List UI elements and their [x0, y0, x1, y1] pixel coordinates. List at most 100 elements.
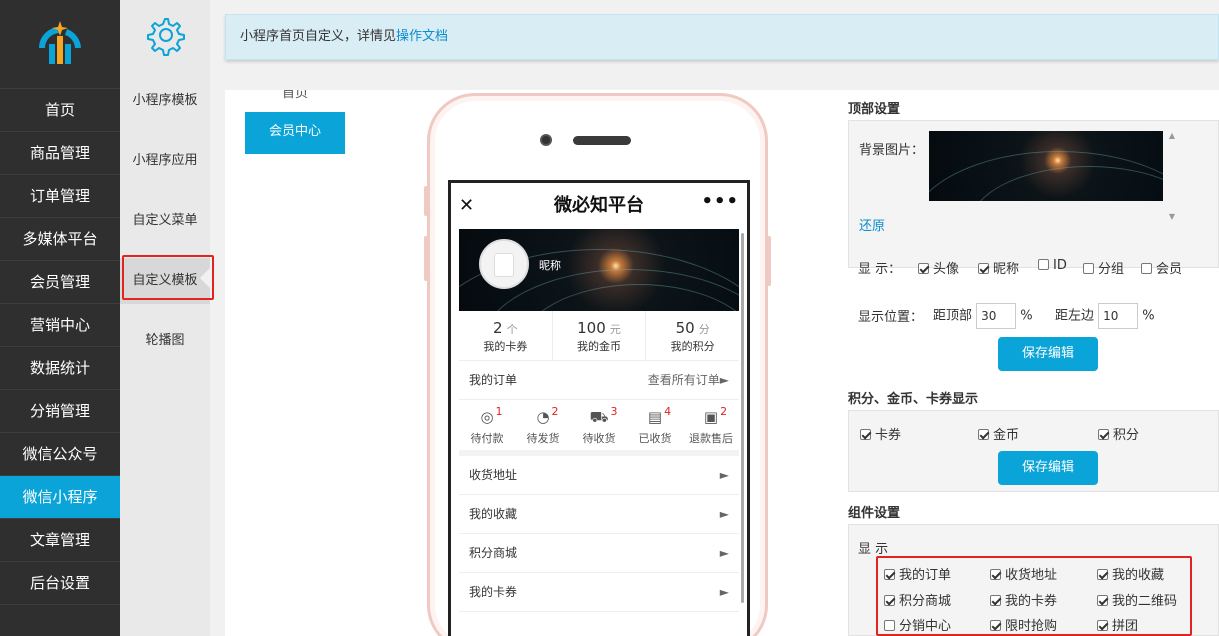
arrow-icon: ►: [719, 585, 729, 599]
option-qrcode[interactable]: 我的二维码: [1097, 590, 1177, 609]
stat-points[interactable]: 50 分 我的积分: [646, 311, 739, 360]
order-refund[interactable]: ▣ 2 退款售后: [683, 400, 739, 450]
scroll-up-icon[interactable]: ▲: [1167, 131, 1177, 140]
docs-link[interactable]: 操作文档: [396, 29, 448, 44]
speaker-icon: [573, 136, 631, 145]
truck-icon: ⛟: [589, 408, 609, 426]
nav-products[interactable]: 商品管理: [0, 132, 120, 175]
stat-unit: 个: [506, 323, 518, 336]
save-top-button[interactable]: 保存编辑: [998, 337, 1098, 371]
option-label: 积分商城: [899, 594, 952, 609]
option-avatar[interactable]: 头像: [918, 258, 959, 277]
tab-member-center[interactable]: 会员中心: [245, 112, 345, 154]
stat-coins[interactable]: 100 元 我的金币: [553, 311, 647, 360]
option-label: 卡券: [875, 428, 902, 443]
logo[interactable]: [0, 0, 120, 89]
checkbox[interactable]: [918, 263, 929, 274]
checkbox[interactable]: [884, 620, 895, 631]
badge-count: 2: [720, 405, 728, 418]
checkbox[interactable]: [884, 569, 895, 580]
checkbox[interactable]: [1141, 263, 1152, 274]
option-nickname[interactable]: 昵称: [978, 258, 1019, 277]
order-received[interactable]: ▤ 4 已收货: [627, 400, 683, 450]
bg-image-preview[interactable]: [929, 131, 1163, 201]
nav-backend-settings[interactable]: 后台设置: [0, 562, 120, 605]
checkbox[interactable]: [1097, 595, 1108, 606]
phone-screen: ✕ 微必知平台 ••• 昵称 2 个 我的卡券 100 元 我的金币 50 分 …: [448, 180, 750, 636]
option-my-orders[interactable]: 我的订单: [884, 564, 951, 583]
order-pending-receipt[interactable]: ⛟ 3 待收货: [571, 400, 627, 450]
stat-coupons[interactable]: 2 个 我的卡券: [459, 311, 553, 360]
subnav-apps[interactable]: 小程序应用: [120, 138, 210, 184]
option-member[interactable]: 会员: [1141, 258, 1182, 277]
option-label: 收货地址: [1005, 568, 1058, 583]
nav-wechat-official[interactable]: 微信公众号: [0, 433, 120, 476]
option-coins[interactable]: 金币: [978, 424, 1019, 443]
option-group[interactable]: 分组: [1083, 258, 1124, 277]
nav-wechat-miniprogram[interactable]: 微信小程序: [0, 476, 120, 519]
option-group-buy[interactable]: 拼团: [1097, 615, 1138, 634]
scrollbar[interactable]: ▲ ▼: [1167, 131, 1177, 229]
order-status-label: 退款售后: [689, 432, 733, 445]
checkbox[interactable]: [884, 595, 895, 606]
top-offset-label: 距顶部: [933, 308, 973, 324]
checkbox[interactable]: [990, 620, 1001, 631]
option-points-mall[interactable]: 积分商城: [884, 590, 951, 609]
address-row[interactable]: 收货地址 ►: [459, 456, 739, 495]
left-offset-input[interactable]: 10: [1098, 303, 1139, 329]
subnav-carousel[interactable]: 轮播图: [120, 318, 210, 364]
checkbox[interactable]: [990, 569, 1001, 580]
checkbox[interactable]: [1097, 569, 1108, 580]
option-label: 我的卡券: [1005, 594, 1058, 609]
points-mall-row[interactable]: 积分商城 ►: [459, 534, 739, 573]
nav-home[interactable]: 首页: [0, 89, 120, 132]
checkbox[interactable]: [978, 429, 989, 440]
nav-media[interactable]: 多媒体平台: [0, 218, 120, 261]
stat-label: 我的金币: [577, 340, 621, 353]
option-address[interactable]: 收货地址: [990, 564, 1057, 583]
option-label: 限时抢购: [1005, 619, 1058, 634]
checkbox[interactable]: [1083, 263, 1094, 274]
scroll-down-icon[interactable]: ▼: [1167, 212, 1177, 221]
option-favorites[interactable]: 我的收藏: [1097, 564, 1164, 583]
checkbox[interactable]: [1038, 259, 1049, 270]
order-pending-shipment[interactable]: ◔ 2 待发货: [515, 400, 571, 450]
favorites-row[interactable]: 我的收藏 ►: [459, 495, 739, 534]
option-id[interactable]: ID: [1038, 258, 1067, 273]
option-flash-sale[interactable]: 限时抢购: [990, 615, 1057, 634]
top-offset-input[interactable]: 30: [976, 303, 1017, 329]
option-coupons[interactable]: 卡券: [860, 424, 901, 443]
orders-row[interactable]: 我的订单 查看所有订单►: [459, 361, 739, 400]
top-settings-title: 顶部设置: [848, 102, 901, 117]
close-icon[interactable]: ✕: [459, 183, 474, 229]
nav-articles[interactable]: 文章管理: [0, 519, 120, 562]
nav-marketing[interactable]: 营销中心: [0, 304, 120, 347]
nav-members[interactable]: 会员管理: [0, 261, 120, 304]
nav-distribution[interactable]: 分销管理: [0, 390, 120, 433]
checkbox[interactable]: [1098, 429, 1109, 440]
subnav-template[interactable]: 小程序模板: [120, 78, 210, 124]
more-icon[interactable]: •••: [701, 183, 739, 225]
view-all-orders-link[interactable]: 查看所有订单►: [648, 361, 729, 400]
checkbox[interactable]: [860, 429, 871, 440]
phone-side-button: [767, 236, 771, 286]
checkbox[interactable]: [1097, 620, 1108, 631]
order-pending-payment[interactable]: ◎ 1 待付款: [459, 400, 515, 450]
avatar[interactable]: [479, 239, 529, 289]
nav-statistics[interactable]: 数据统计: [0, 347, 120, 390]
stat-unit: 分: [698, 323, 710, 336]
stats-row: 2 个 我的卡券 100 元 我的金币 50 分 我的积分: [459, 311, 739, 361]
tab-home[interactable]: 首页: [245, 90, 345, 112]
subnav-custom-menu[interactable]: 自定义菜单: [120, 198, 210, 244]
option-points[interactable]: 积分: [1098, 424, 1139, 443]
stat-unit: 元: [609, 323, 621, 336]
save-points-button[interactable]: 保存编辑: [998, 451, 1098, 485]
option-my-coupons[interactable]: 我的卡券: [990, 590, 1057, 609]
checkbox[interactable]: [990, 595, 1001, 606]
checkbox[interactable]: [978, 263, 989, 274]
scrollbar[interactable]: [741, 233, 744, 603]
coupons-row[interactable]: 我的卡券 ►: [459, 573, 739, 612]
option-distribution[interactable]: 分销中心: [884, 615, 951, 634]
nav-orders[interactable]: 订单管理: [0, 175, 120, 218]
restore-link[interactable]: 还原: [859, 215, 885, 234]
